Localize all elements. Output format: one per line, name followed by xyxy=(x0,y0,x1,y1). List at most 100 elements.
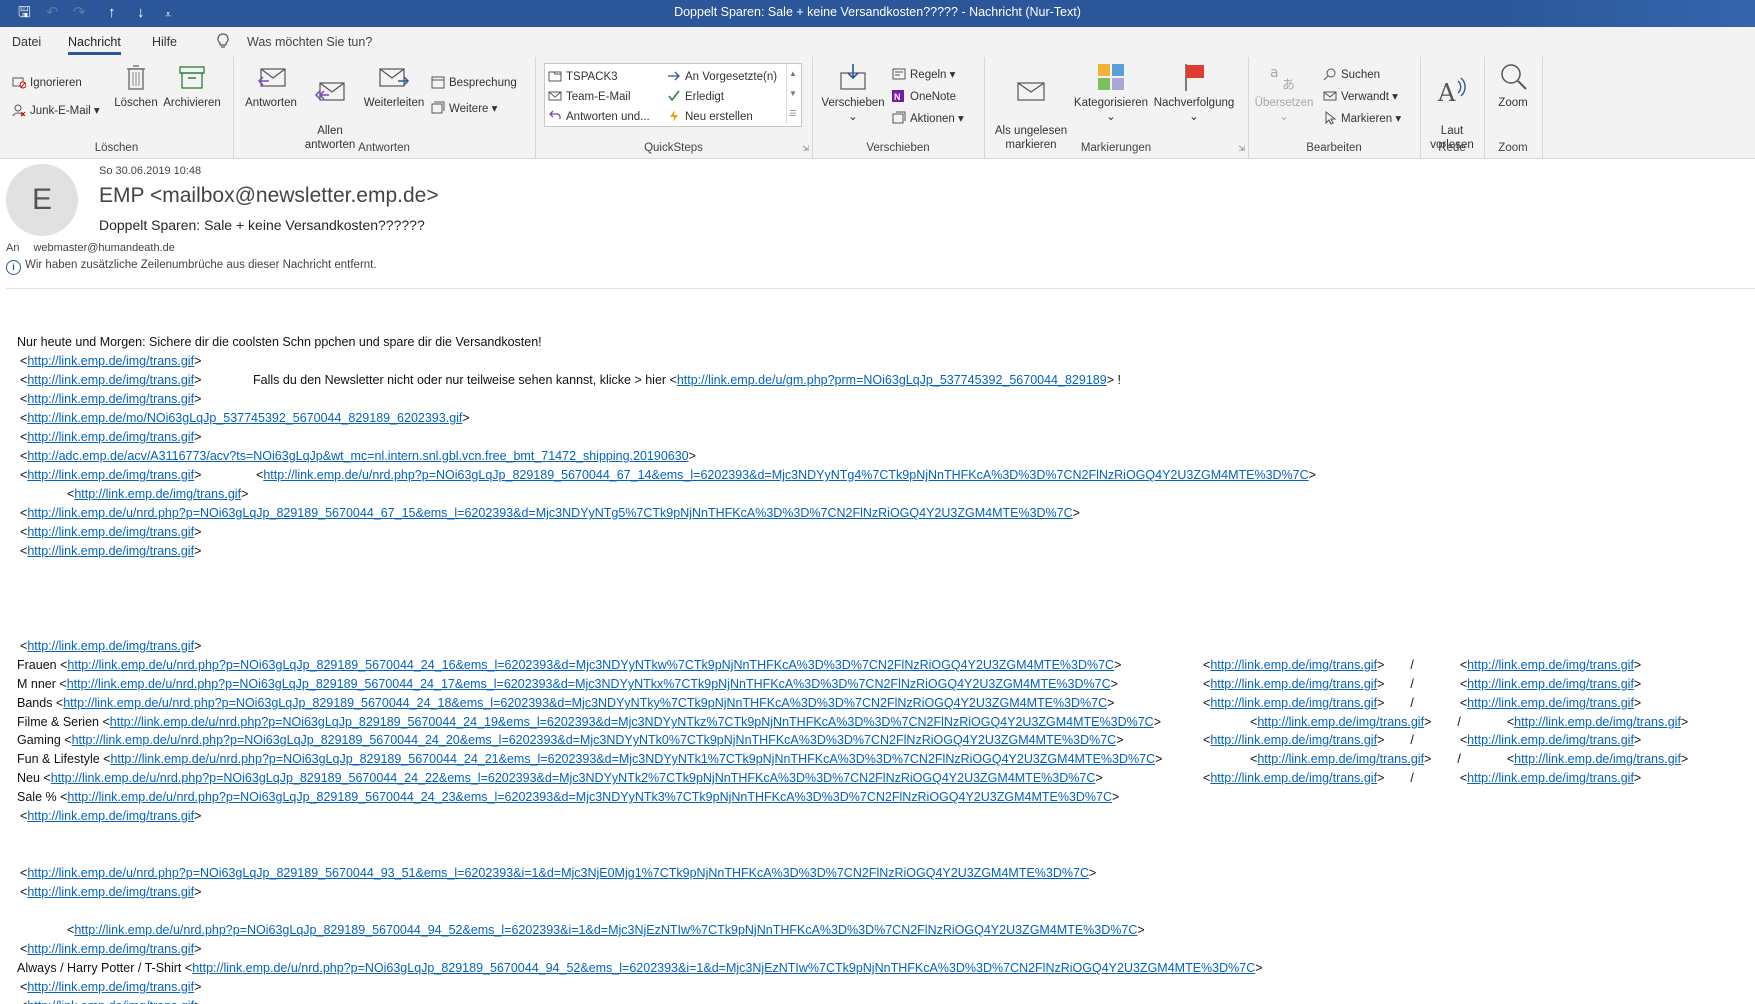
link[interactable]: http://adc.emp.de/acv/A3116773/acv?ts=NO… xyxy=(27,449,688,463)
dialog-launcher-icon[interactable]: ⇲ xyxy=(802,144,809,153)
link[interactable]: http://link.emp.de/img/trans.gif xyxy=(27,942,194,956)
link[interactable]: http://link.emp.de/img/trans.gif xyxy=(1210,658,1377,672)
link[interactable]: http://link.emp.de/img/trans.gif xyxy=(1467,658,1634,672)
quicksteps-scroll[interactable]: ▲ ▼ ☰ xyxy=(786,64,799,124)
body-line: <http://link.emp.de/img/trans.gif> xyxy=(20,373,202,387)
link[interactable]: http://link.emp.de/u/nrd.php?p=NOi63gLqJ… xyxy=(263,468,1308,482)
reply-all-button[interactable]: Allen antworten xyxy=(297,61,363,152)
tab-hilfe[interactable]: Hilfe xyxy=(152,35,177,49)
link[interactable]: http://link.emp.de/img/trans.gif xyxy=(27,980,194,994)
link[interactable]: http://link.emp.de/u/nrd.php?p=NOi63gLqJ… xyxy=(63,696,1107,710)
quickstep-reply-delete[interactable]: Antworten und... xyxy=(548,109,650,123)
info-bar[interactable]: i Wir haben zusätzliche Zeilenumbrüche au… xyxy=(6,259,377,275)
select-button[interactable]: Markieren ▾ xyxy=(1323,111,1401,125)
move-label: Verschieben xyxy=(821,97,885,109)
link[interactable]: http://link.emp.de/img/trans.gif xyxy=(1467,733,1634,747)
zoom-button[interactable]: Zoom xyxy=(1488,61,1538,110)
link[interactable]: http://link.emp.de/img/trans.gif xyxy=(27,430,194,444)
link[interactable]: http://link.emp.de/mo/NOi63gLqJp_5377453… xyxy=(27,411,462,425)
read-aloud-button[interactable]: A Laut vorlesen xyxy=(1424,61,1480,152)
quickstep-create-new[interactable]: Neu erstellen xyxy=(667,109,753,123)
tab-datei[interactable]: Datei xyxy=(12,35,41,49)
select-label: Markieren xyxy=(1341,113,1393,125)
slash: / xyxy=(1457,752,1461,766)
link[interactable]: http://link.emp.de/u/nrd.php?p=NOi63gLqJ… xyxy=(67,677,1111,691)
link[interactable]: http://link.emp.de/u/nrd.php?p=NOi63gLqJ… xyxy=(110,752,1155,766)
dialog-launcher-icon[interactable]: ⇲ xyxy=(1238,144,1245,153)
link[interactable]: http://link.emp.de/img/trans.gif xyxy=(1514,715,1681,729)
find-button[interactable]: Suchen xyxy=(1323,67,1380,81)
header-separator xyxy=(6,288,1755,289)
junk-mail-button[interactable]: Junk-E-Mail ▾ xyxy=(12,103,100,117)
link[interactable]: http://link.emp.de/u/nrd.php?p=NOi63gLqJ… xyxy=(74,923,1137,937)
ignore-button[interactable]: Ignorieren xyxy=(12,75,82,89)
mark-unread-button[interactable]: Als ungelesen markieren xyxy=(990,61,1072,152)
flag-icon xyxy=(1185,64,1204,91)
subject: Doppelt Sparen: Sale + keine Versandkost… xyxy=(99,217,425,233)
link[interactable]: http://link.emp.de/img/trans.gif xyxy=(1467,677,1634,691)
more-respond-button[interactable]: Weitere ▾ xyxy=(431,101,497,115)
find-label: Suchen xyxy=(1341,69,1381,81)
link[interactable]: http://link.emp.de/img/trans.gif xyxy=(74,487,241,501)
link[interactable]: http://link.emp.de/u/nrd.php?p=NOi63gLqJ… xyxy=(110,715,1154,729)
link[interactable]: http://link.emp.de/img/trans.gif xyxy=(1467,771,1634,785)
message-date: So 30.06.2019 10:48 xyxy=(99,165,202,177)
actions-button[interactable]: Aktionen ▾ xyxy=(892,111,964,125)
falls-text: Falls du den Newsletter nicht oder nur t… xyxy=(253,373,677,387)
onenote-button[interactable]: N OneNote xyxy=(892,89,956,103)
link[interactable]: http://link.emp.de/img/trans.gif xyxy=(27,354,194,368)
forward-button[interactable]: Weiterleiten xyxy=(361,61,427,110)
link[interactable]: http://link.emp.de/img/trans.gif xyxy=(1210,733,1377,747)
link[interactable]: http://link.emp.de/img/trans.gif xyxy=(1257,715,1424,729)
recipient[interactable]: webmaster@humandeath.de xyxy=(33,242,174,254)
link[interactable]: http://link.emp.de/img/trans.gif xyxy=(27,525,194,539)
delete-label: Löschen xyxy=(114,97,158,109)
categorize-button[interactable]: Kategorisieren ⌄ xyxy=(1070,61,1152,124)
move-button[interactable]: Verschieben ⌄ xyxy=(820,61,886,124)
link[interactable]: http://link.emp.de/img/trans.gif xyxy=(27,999,194,1004)
link[interactable]: http://link.emp.de/img/trans.gif xyxy=(27,468,194,482)
link[interactable]: http://link.emp.de/u/nrd.php?p=NOi63gLqJ… xyxy=(27,866,1089,880)
link[interactable]: http://link.emp.de/u/nrd.php?p=NOi63gLqJ… xyxy=(72,733,1117,747)
quickstep-team-email[interactable]: Team-E-Mail xyxy=(548,89,631,103)
tab-nachricht[interactable]: Nachricht xyxy=(68,35,121,55)
link[interactable]: http://link.emp.de/img/trans.gif xyxy=(1514,752,1681,766)
quickstep-label: Neu erstellen xyxy=(685,111,753,123)
quickstep-manager[interactable]: An Vorgesetzte(n) xyxy=(667,69,777,83)
reply-button[interactable]: Antworten xyxy=(243,61,299,110)
quickstep-tspack3[interactable]: TSPACK3 xyxy=(548,69,618,83)
rules-button[interactable]: Regeln ▾ xyxy=(892,67,955,81)
link[interactable]: http://link.emp.de/img/trans.gif xyxy=(27,373,194,387)
delete-button[interactable]: Löschen xyxy=(110,61,162,110)
forward-label: Weiterleiten xyxy=(363,97,425,109)
reply-arrow-icon xyxy=(549,110,561,119)
link[interactable]: http://link.emp.de/img/trans.gif xyxy=(27,392,194,406)
follow-up-button[interactable]: Nachverfolgung ⌄ xyxy=(1150,61,1238,124)
link[interactable]: http://link.emp.de/img/trans.gif xyxy=(1210,677,1377,691)
link[interactable]: http://link.emp.de/u/nrd.php?p=NOi63gLqJ… xyxy=(27,506,1072,520)
body-line: <http://link.emp.de/img/trans.gif> xyxy=(20,354,202,368)
link[interactable]: http://link.emp.de/u/nrd.php?p=NOi63gLqJ… xyxy=(67,658,1114,672)
link[interactable]: http://link.emp.de/img/trans.gif xyxy=(27,885,194,899)
link[interactable]: http://link.emp.de/img/trans.gif xyxy=(1257,752,1424,766)
related-button[interactable]: Verwandt ▾ xyxy=(1323,89,1398,103)
quickstep-done[interactable]: Erledigt xyxy=(667,89,724,103)
link[interactable]: http://link.emp.de/u/nrd.php?p=NOi63gLqJ… xyxy=(67,790,1112,804)
link[interactable]: http://link.emp.de/img/trans.gif xyxy=(1210,696,1377,710)
link[interactable]: http://link.emp.de/u/nrd.php?p=NOi63gLqJ… xyxy=(192,961,1255,975)
link[interactable]: http://link.emp.de/img/trans.gif xyxy=(1210,771,1377,785)
link[interactable]: http://link.emp.de/img/trans.gif xyxy=(27,809,194,823)
tell-me-search[interactable]: Was möchten Sie tun? xyxy=(247,35,372,49)
link[interactable]: http://link.emp.de/img/trans.gif xyxy=(27,544,194,558)
read-aloud-icon: A xyxy=(1437,77,1466,107)
link[interactable]: http://link.emp.de/img/trans.gif xyxy=(27,639,194,653)
sender[interactable]: EMP <mailbox@newsletter.emp.de> xyxy=(99,184,439,208)
lightbulb-icon xyxy=(216,33,230,53)
archive-button[interactable]: Archivieren xyxy=(160,61,224,110)
link[interactable]: http://link.emp.de/img/trans.gif xyxy=(1467,696,1634,710)
link[interactable]: http://link.emp.de/u/gm.php?prm=NOi63gLq… xyxy=(677,373,1107,387)
translate-button[interactable]: aあ Übersetzen ⌄ xyxy=(1252,61,1316,124)
body-line: <http://link.emp.de/u/nrd.php?p=NOi63gLq… xyxy=(20,866,1097,880)
link[interactable]: http://link.emp.de/u/nrd.php?p=NOi63gLqJ… xyxy=(51,771,1096,785)
meeting-button[interactable]: Besprechung xyxy=(431,75,517,89)
